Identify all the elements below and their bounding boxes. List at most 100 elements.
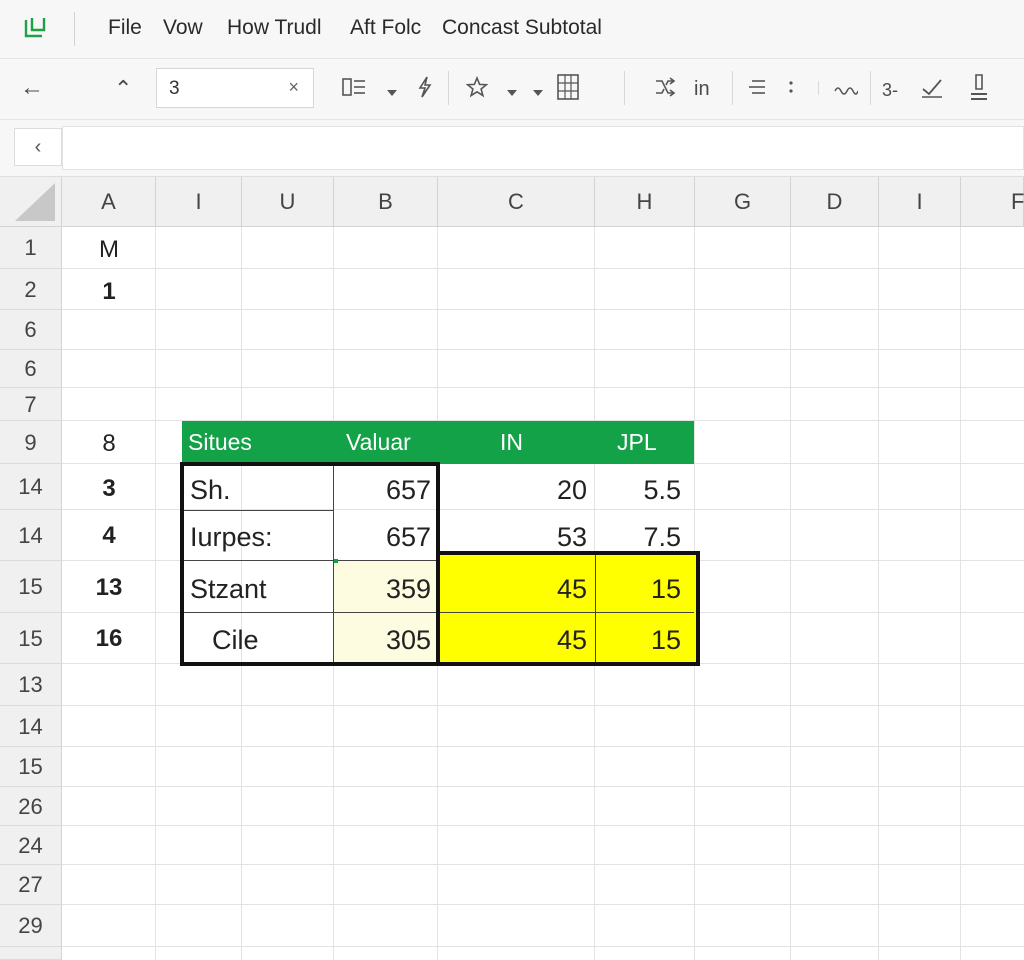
gridline: [62, 309, 1024, 310]
formula-input[interactable]: [62, 126, 1024, 170]
back-arrow-icon[interactable]: ←: [20, 76, 44, 100]
formula-bar: ‹: [0, 120, 1024, 177]
row-header[interactable]: 14: [0, 464, 62, 510]
table-cell-in[interactable]: 45: [438, 625, 587, 656]
lightning-icon[interactable]: [417, 76, 433, 103]
collapse-button[interactable]: ‹: [14, 128, 62, 166]
row-header[interactable]: 2: [0, 269, 62, 310]
row-header[interactable]: 15: [0, 561, 62, 613]
gridline: [790, 227, 791, 960]
menu-concast-subtotal[interactable]: Concast Subtotal: [442, 16, 602, 40]
table-cell-value[interactable]: 657: [334, 475, 431, 506]
row-header[interactable]: 24: [0, 826, 62, 865]
cell-a15b[interactable]: 16: [62, 625, 156, 653]
column-header-h[interactable]: H: [595, 177, 695, 227]
table-cell-in[interactable]: 53: [438, 522, 587, 553]
row-header[interactable]: 13: [0, 664, 62, 706]
row-header[interactable]: 6: [0, 350, 62, 388]
in-label[interactable]: in: [694, 77, 710, 101]
toolbar-separator: [624, 71, 625, 105]
chevron-up-icon[interactable]: ⌃: [114, 77, 132, 101]
cell-a15[interactable]: 13: [62, 574, 156, 602]
cell-a9[interactable]: 8: [62, 430, 156, 458]
row-header[interactable]: 27: [0, 865, 62, 905]
menu-aft-folc[interactable]: Aft Folc: [350, 16, 421, 40]
menu-file[interactable]: File: [108, 16, 142, 40]
row-header[interactable]: 14: [0, 510, 62, 561]
table-cell-value[interactable]: 305: [334, 625, 431, 656]
table-cell-label[interactable]: Cile: [212, 625, 259, 656]
cell-a14[interactable]: 3: [62, 475, 156, 503]
table-cell-label[interactable]: Stzant: [190, 574, 267, 605]
table-cell-in[interactable]: 45: [438, 574, 587, 605]
column-header-c[interactable]: C: [438, 177, 595, 227]
cell-a14b[interactable]: 4: [62, 522, 156, 550]
cell-a1[interactable]: M: [62, 236, 156, 264]
row-header[interactable]: 1: [0, 227, 62, 269]
table-cell-in[interactable]: 20: [438, 475, 587, 506]
list-icon[interactable]: [748, 77, 766, 102]
app-logo-icon[interactable]: [22, 14, 48, 40]
column-header-g[interactable]: G: [695, 177, 791, 227]
row-header[interactable]: [0, 947, 62, 960]
toolbar-separator: [870, 71, 871, 105]
toolbar-separator: [732, 71, 733, 105]
table-header-in[interactable]: IN: [500, 421, 523, 464]
gridline: [62, 349, 1024, 350]
table-cell-jpl[interactable]: 15: [595, 625, 681, 656]
close-icon[interactable]: ×: [288, 77, 299, 98]
select-all-corner[interactable]: [0, 177, 62, 227]
chevron-down-icon[interactable]: [506, 84, 518, 102]
row-header[interactable]: 6: [0, 310, 62, 350]
name-box[interactable]: 3 ×: [156, 68, 314, 108]
cell-a2[interactable]: 1: [62, 278, 156, 306]
table-header-jpl[interactable]: JPL: [617, 421, 657, 464]
gridline: [62, 746, 1024, 747]
column-header-a[interactable]: A: [62, 177, 156, 227]
wave-icon[interactable]: [834, 82, 859, 100]
menu-view[interactable]: Vow: [163, 16, 203, 40]
chevron-down-icon[interactable]: [532, 84, 544, 102]
table-cell-label[interactable]: Sh.: [190, 475, 231, 506]
gridline: [878, 227, 879, 960]
menu-how-trudl[interactable]: How Trudl: [227, 16, 322, 40]
number-format-label[interactable]: 3-: [882, 78, 898, 102]
shuffle-icon[interactable]: [654, 76, 676, 103]
row-header[interactable]: 14: [0, 706, 62, 747]
toolbar-separator: [448, 71, 449, 105]
row-header[interactable]: 29: [0, 905, 62, 947]
row-header[interactable]: 15: [0, 613, 62, 664]
row-header[interactable]: 9: [0, 421, 62, 464]
gridline: [62, 864, 1024, 865]
grid-icon[interactable]: [557, 74, 579, 105]
table-cell-value[interactable]: 657: [334, 522, 431, 553]
column-header-d[interactable]: D: [791, 177, 879, 227]
toolbar-separator: [818, 81, 819, 95]
column-header-b[interactable]: B: [334, 177, 438, 227]
table-cell-jpl[interactable]: 5.5: [595, 475, 681, 506]
table-cell-label[interactable]: Iurpes:: [190, 522, 273, 553]
chevron-down-icon[interactable]: [386, 84, 398, 102]
gridline: [62, 786, 1024, 787]
column-header-i[interactable]: I: [156, 177, 242, 227]
row-header[interactable]: 7: [0, 388, 62, 421]
more-vertical-icon[interactable]: [788, 79, 794, 102]
gridline: [62, 268, 1024, 269]
table-header-valuar[interactable]: Valuar: [346, 421, 411, 464]
column-header-i2[interactable]: I: [879, 177, 961, 227]
name-box-value: 3: [169, 78, 180, 99]
paint-bucket-icon[interactable]: [968, 73, 990, 106]
table-header-situes[interactable]: Situes: [188, 421, 252, 464]
column-header-f[interactable]: F: [961, 177, 1024, 227]
row-header[interactable]: 15: [0, 747, 62, 787]
check-icon[interactable]: [920, 75, 944, 104]
menu-separator: [74, 12, 75, 46]
toolbar: ← ⌃ 3 × in 3-: [0, 59, 1024, 120]
column-header-u[interactable]: U: [242, 177, 334, 227]
table-cell-value[interactable]: 359: [334, 574, 431, 605]
table-cell-jpl[interactable]: 15: [595, 574, 681, 605]
row-header[interactable]: 26: [0, 787, 62, 826]
star-icon[interactable]: [465, 75, 489, 103]
align-icon[interactable]: [342, 77, 366, 102]
table-cell-jpl[interactable]: 7.5: [595, 522, 681, 553]
